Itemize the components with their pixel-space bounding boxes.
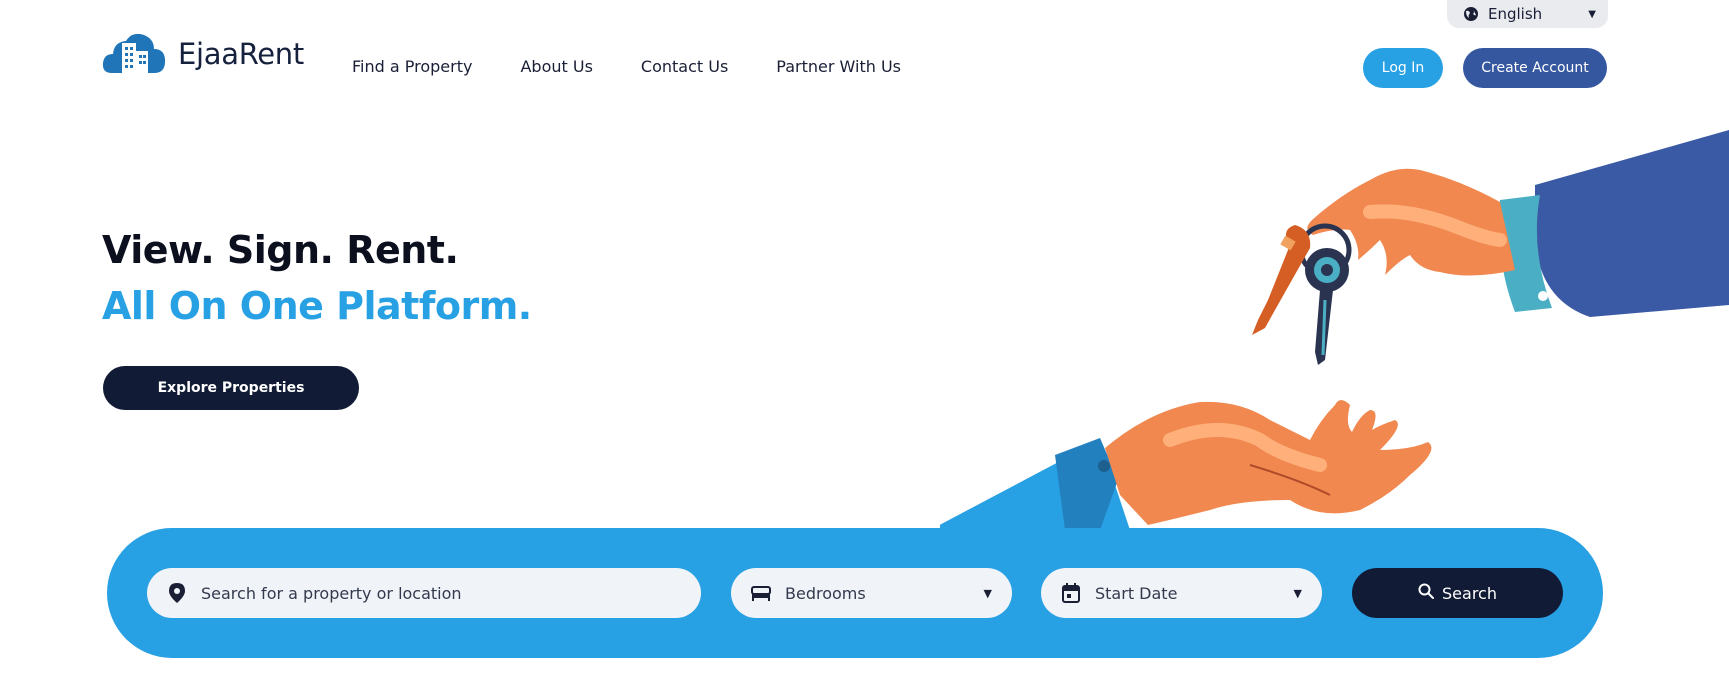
explore-properties-button[interactable]: Explore Properties: [103, 366, 359, 410]
bed-icon: [751, 583, 771, 603]
brand-logo[interactable]: EjaaRent: [102, 29, 304, 79]
hero-headline: View. Sign. Rent.: [102, 228, 459, 272]
nav-item-partner-with-us[interactable]: Partner With Us: [776, 57, 901, 76]
login-button[interactable]: Log In: [1363, 48, 1443, 88]
location-search-input[interactable]: Search for a property or location: [147, 568, 701, 618]
nav-item-find-property[interactable]: Find a Property: [352, 57, 472, 76]
globe-icon: [1463, 6, 1479, 22]
search-button[interactable]: Search: [1352, 568, 1563, 618]
chevron-down-icon: ▼: [1293, 586, 1302, 600]
search-icon: [1418, 583, 1435, 603]
logo-building-cloud-icon: [102, 29, 172, 79]
bedrooms-label: Bedrooms: [785, 583, 866, 603]
bedrooms-select[interactable]: Bedrooms ▼: [731, 568, 1012, 618]
calendar-icon: [1061, 583, 1081, 603]
nav-item-about-us[interactable]: About Us: [520, 57, 592, 76]
main-nav: Find a Property About Us Contact Us Part…: [352, 57, 901, 76]
language-label: English: [1488, 5, 1543, 23]
location-pin-icon: [167, 583, 187, 603]
create-account-button[interactable]: Create Account: [1463, 48, 1607, 88]
language-selector[interactable]: English ▼: [1447, 0, 1608, 28]
chevron-down-icon: ▼: [1588, 8, 1596, 20]
hero-subheadline: All On One Platform.: [102, 284, 532, 328]
start-date-label: Start Date: [1095, 583, 1178, 603]
chevron-down-icon: ▼: [983, 586, 992, 600]
location-placeholder: Search for a property or location: [201, 583, 462, 603]
search-button-label: Search: [1442, 583, 1497, 603]
start-date-select[interactable]: Start Date ▼: [1041, 568, 1322, 618]
key-handover-illustration: [940, 130, 1729, 530]
brand-name: EjaaRent: [178, 37, 304, 71]
nav-item-contact-us[interactable]: Contact Us: [641, 57, 728, 76]
property-search-bar: Search for a property or location Bedroo…: [107, 528, 1603, 658]
